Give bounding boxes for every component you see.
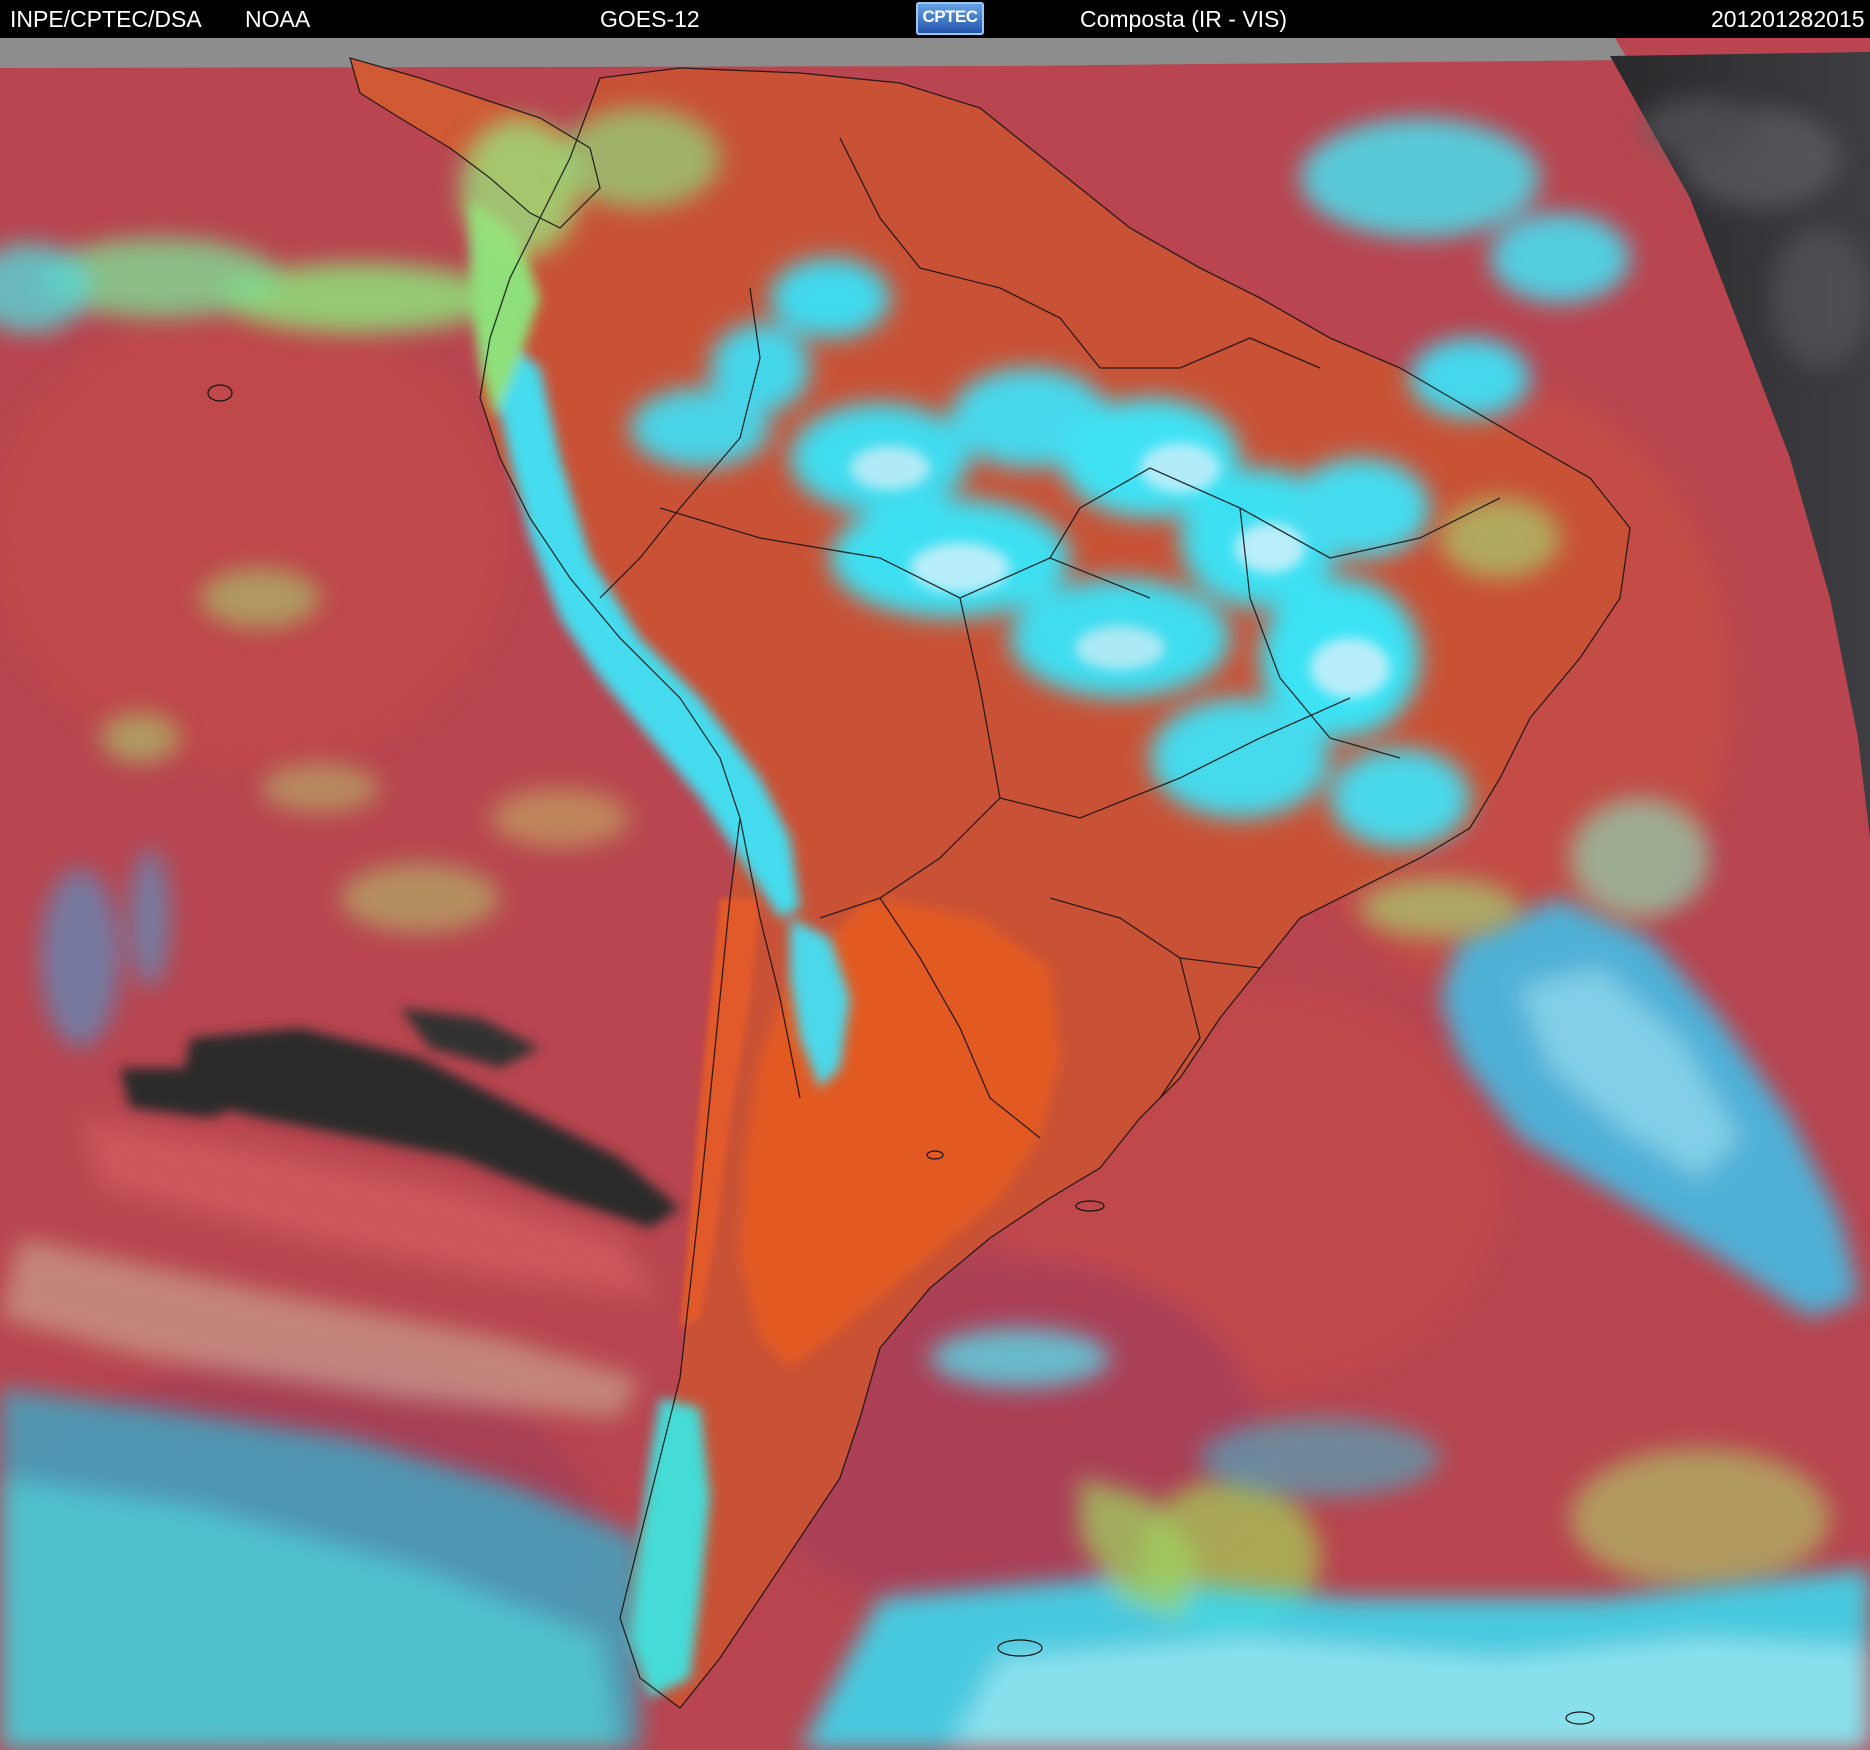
satellite-label: GOES-12 [600, 6, 700, 32]
satellite-composite-image [0, 38, 1870, 1750]
logo-text: CPTEC [922, 7, 978, 26]
cptec-logo: CPTEC [916, 2, 984, 35]
product-label: Composta (IR - VIS) [1080, 6, 1288, 32]
partner-label: NOAA [245, 6, 311, 32]
agency-label: INPE/CPTEC/DSA [10, 6, 202, 32]
image-header-bar: INPE/CPTEC/DSA NOAA GOES-12 CPTEC Compos… [0, 0, 1870, 38]
timestamp-label: 201201282015 [1711, 6, 1865, 32]
satellite-viewer: INPE/CPTEC/DSA NOAA GOES-12 CPTEC Compos… [0, 0, 1870, 1750]
composite-imagery [0, 38, 1870, 1750]
